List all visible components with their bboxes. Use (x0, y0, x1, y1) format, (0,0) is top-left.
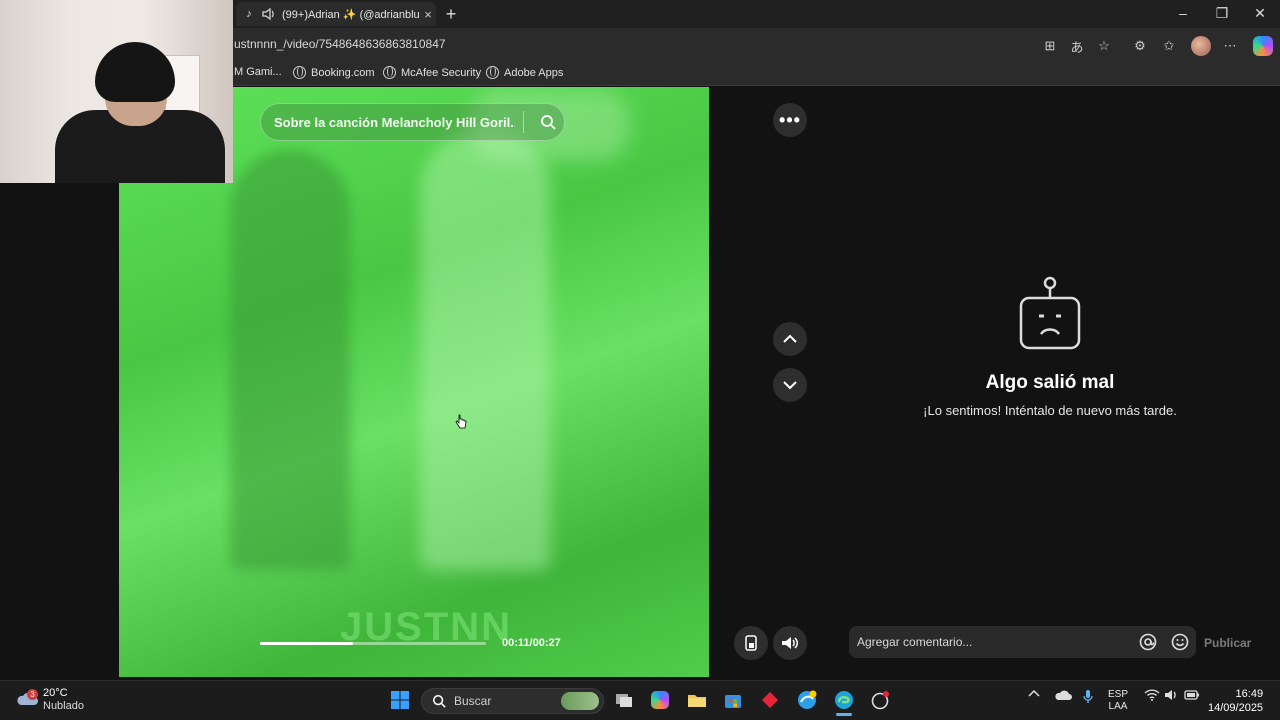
search-icon[interactable] (532, 114, 564, 130)
app-red-diamond-icon[interactable] (758, 688, 782, 712)
app-available-icon[interactable]: ⊞ (1041, 37, 1059, 55)
song-search-pill[interactable]: Sobre la canción Melancholy Hill Goril..… (260, 103, 565, 141)
bookmark-booking[interactable]: Booking.com (293, 66, 375, 79)
volume-tray-icon[interactable] (1164, 689, 1178, 705)
globe-icon (383, 66, 396, 79)
battery-icon[interactable] (1184, 689, 1200, 705)
video-figure-left (230, 150, 350, 570)
app-dark-circle-icon[interactable] (868, 688, 892, 712)
bookmark-gaming[interactable]: M Gami... (234, 66, 282, 78)
search-divider (523, 111, 524, 133)
profile-avatar[interactable] (1191, 36, 1211, 56)
song-search-text: Sobre la canción Melancholy Hill Goril..… (274, 114, 515, 130)
tab-close-icon[interactable]: × (420, 7, 436, 22)
comment-placeholder: Agregar comentario... (857, 635, 973, 649)
next-video-button[interactable] (773, 368, 807, 402)
task-view-icon[interactable] (612, 688, 636, 712)
globe-icon (293, 66, 306, 79)
copilot-app-icon[interactable] (648, 688, 672, 712)
tray-overflow-icon[interactable] (1028, 689, 1040, 701)
search-highlight-icon (561, 692, 599, 710)
translate-icon[interactable]: あ (1068, 37, 1086, 55)
globe-icon (486, 66, 499, 79)
file-explorer-icon[interactable] (685, 688, 709, 712)
new-tab-icon[interactable]: + (442, 4, 460, 25)
weather-condition: Nublado (43, 700, 84, 712)
keyboard-layout: LAA (1108, 701, 1128, 712)
cloud-icon: 3 (16, 689, 38, 708)
taskbar-search-placeholder: Buscar (454, 694, 492, 708)
maximize-icon[interactable]: ❐ (1212, 5, 1232, 22)
close-window-icon[interactable]: ✕ (1250, 5, 1270, 22)
edge-active-indicator (836, 713, 852, 716)
bookmark-adobe[interactable]: Adobe Apps (486, 66, 563, 79)
video-progress-fill (260, 642, 353, 645)
video-timecode: 00:11/00:27 (502, 637, 561, 649)
onedrive-icon[interactable] (1054, 689, 1072, 705)
previous-video-button[interactable] (773, 322, 807, 356)
miniplayer-button[interactable] (734, 626, 768, 660)
hand-cursor-icon (455, 414, 467, 435)
weather-temperature: 20°C (43, 687, 68, 699)
extensions-icon[interactable]: ⚙ (1131, 37, 1149, 55)
more-options-icon[interactable]: ⋯ (1221, 37, 1239, 55)
video-figure-right (420, 130, 550, 570)
sad-robot-icon (1019, 276, 1081, 357)
app-colorful-icon[interactable] (795, 688, 819, 712)
edge-browser-icon[interactable] (832, 688, 856, 712)
error-title: Algo salió mal (985, 372, 1115, 393)
microsoft-store-icon[interactable] (721, 688, 745, 712)
publish-button[interactable]: Publicar (1204, 636, 1251, 650)
favorite-star-icon[interactable]: ☆ (1095, 37, 1113, 55)
url-field[interactable]: ustnnnn_/video/7548648636863810847 (234, 37, 446, 51)
copilot-icon[interactable] (1253, 36, 1273, 56)
microphone-icon[interactable] (1083, 689, 1093, 709)
webcam-person-hair (95, 42, 175, 102)
video-progress-bar[interactable] (260, 642, 486, 645)
bookmark-mcafee[interactable]: McAfee Security (383, 66, 481, 79)
more-options-button[interactable]: ••• (773, 103, 807, 137)
language-code: ESP (1108, 689, 1129, 700)
wifi-icon[interactable] (1144, 689, 1160, 705)
volume-button[interactable] (773, 626, 807, 660)
language-indicator[interactable]: ESP LAA (1108, 689, 1128, 713)
volume-icon (782, 637, 798, 649)
ellipsis-icon: ••• (779, 109, 801, 130)
tiktok-icon: ♪ (246, 8, 252, 20)
clock-time: 16:49 (1235, 688, 1264, 700)
favorites-icon[interactable]: ✩ (1160, 37, 1178, 55)
windows-start-icon[interactable] (388, 688, 412, 712)
taskbar-search[interactable]: Buscar (421, 688, 604, 714)
emoji-icon[interactable] (1164, 633, 1196, 651)
weather-badge: 3 (27, 689, 38, 700)
weather-widget[interactable]: 3 20°C Nublado (16, 687, 84, 713)
webcam-overlay (0, 0, 233, 183)
browser-tab-active[interactable]: ♪ (99+)Adrian ✨ (@adrianblue × (236, 2, 436, 26)
search-icon (432, 694, 446, 708)
tab-title: (99+)Adrian ✨ (@adrianblue (282, 8, 420, 21)
mention-icon[interactable] (1132, 633, 1164, 651)
clock-date: 14/09/2025 (1208, 702, 1264, 714)
chevron-down-icon (783, 381, 797, 390)
speaker-icon[interactable] (262, 7, 276, 21)
minimize-icon[interactable]: – (1173, 5, 1193, 21)
system-clock[interactable]: 16:49 14/09/2025 (1208, 687, 1263, 715)
chevron-up-icon (783, 334, 797, 343)
miniplayer-icon (745, 635, 757, 651)
comment-input[interactable]: Agregar comentario... (849, 626, 1196, 658)
error-message: ¡Lo sentimos! Inténtalo de nuevo más tar… (923, 403, 1177, 418)
